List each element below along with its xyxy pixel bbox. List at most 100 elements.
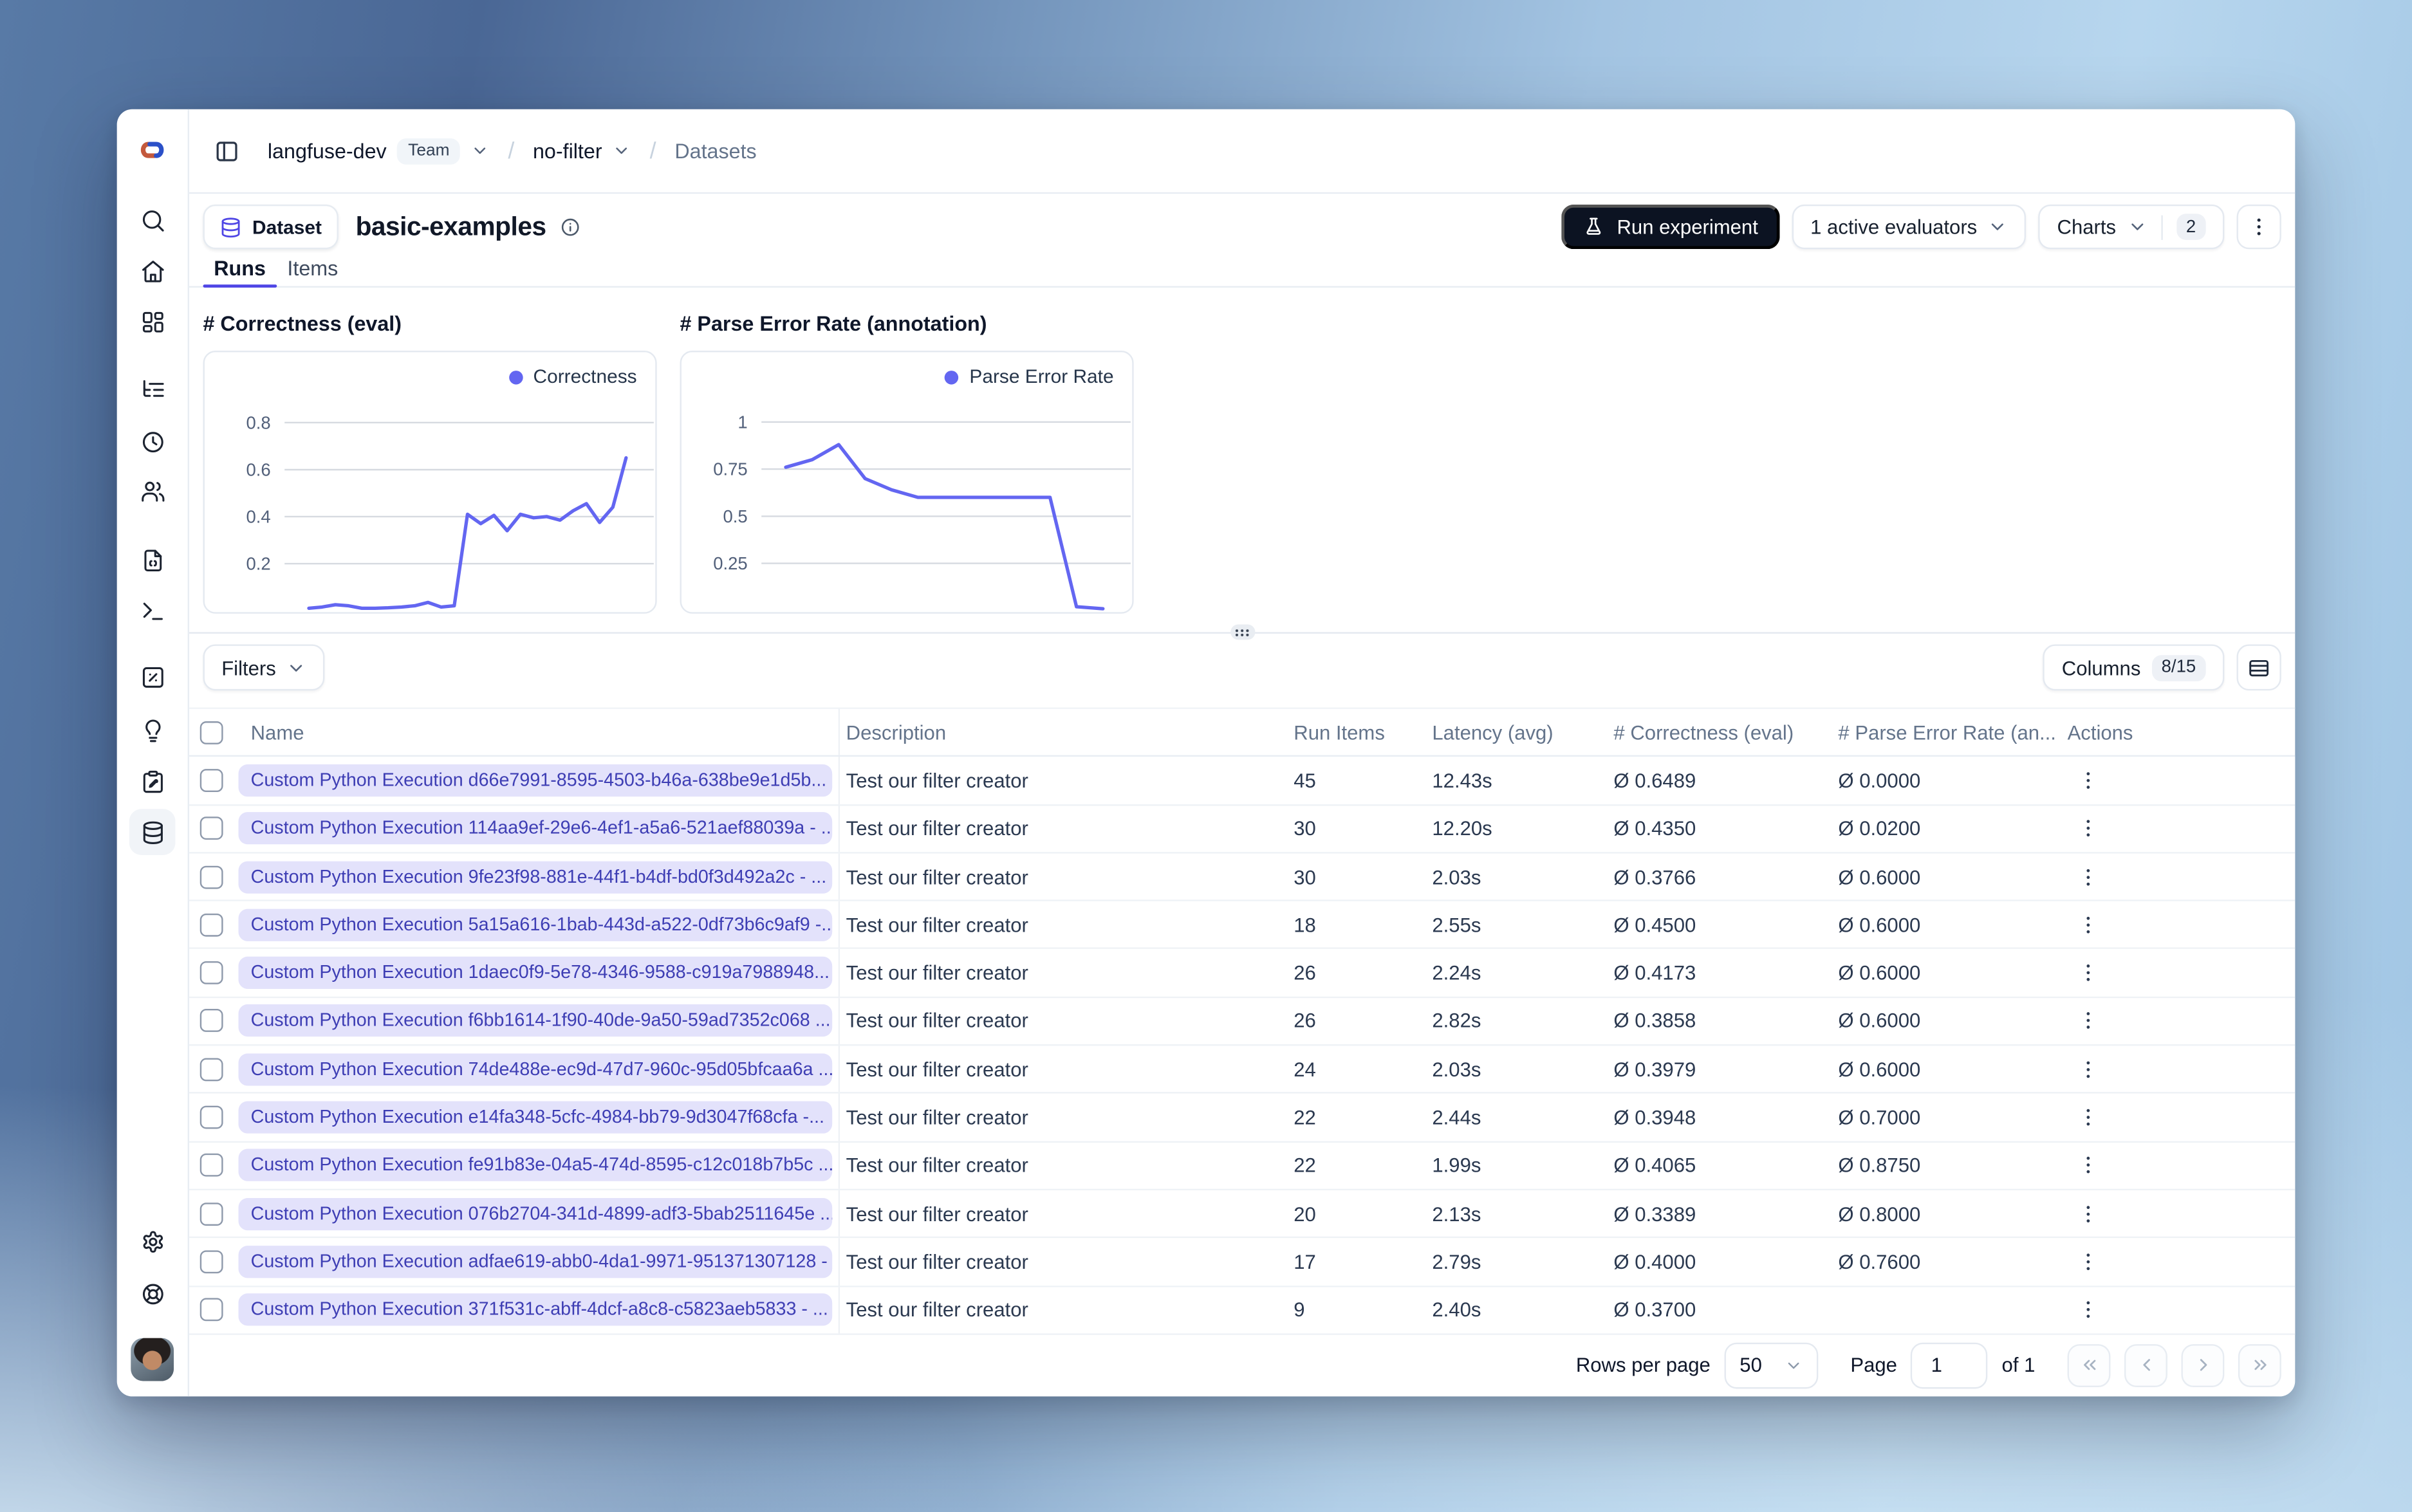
row-checkbox[interactable] bbox=[189, 1094, 236, 1140]
row-checkbox[interactable] bbox=[189, 1142, 236, 1188]
row-actions-kebab[interactable] bbox=[2075, 956, 2100, 990]
table-row[interactable]: Custom Python Execution 371f531c-abff-4d… bbox=[189, 1286, 2296, 1335]
row-actions-kebab[interactable] bbox=[2075, 1100, 2100, 1134]
sidebar-item-dashboards[interactable] bbox=[129, 299, 176, 345]
table-row[interactable]: Custom Python Execution d66e7991-8595-45… bbox=[189, 757, 2296, 806]
rows-per-page-select[interactable]: 50 bbox=[1724, 1342, 1819, 1389]
svg-text:0.2: 0.2 bbox=[246, 554, 271, 574]
row-checkbox[interactable] bbox=[189, 1046, 236, 1093]
table-row[interactable]: Custom Python Execution 5a15a616-1bab-44… bbox=[189, 901, 2296, 950]
run-items-value: 22 bbox=[1294, 1154, 1316, 1177]
prev-page-button[interactable] bbox=[2124, 1343, 2167, 1387]
row-actions-kebab[interactable] bbox=[2075, 764, 2100, 798]
sidebar-item-sessions[interactable] bbox=[129, 418, 176, 465]
table-row[interactable]: Custom Python Execution f6bb1614-1f90-40… bbox=[189, 997, 2296, 1046]
row-actions-kebab[interactable] bbox=[2075, 1293, 2100, 1327]
row-checkbox[interactable] bbox=[189, 757, 236, 804]
next-page-button[interactable] bbox=[2181, 1343, 2225, 1387]
latency-value: 2.03s bbox=[1432, 1057, 1481, 1081]
charts-dropdown[interactable]: Charts 2 bbox=[2038, 204, 2225, 250]
run-name-link[interactable]: Custom Python Execution e14fa348-5cfc-49… bbox=[238, 1101, 833, 1134]
row-actions-kebab[interactable] bbox=[2075, 1197, 2100, 1231]
sidebar-item-prompts[interactable] bbox=[129, 537, 176, 583]
more-actions-kebab[interactable] bbox=[2236, 204, 2281, 250]
sidebar-item-insights[interactable] bbox=[129, 708, 176, 754]
select-all-checkbox[interactable] bbox=[189, 710, 236, 756]
sidebar-toggle-icon[interactable] bbox=[206, 131, 246, 171]
run-name-link[interactable]: Custom Python Execution 9fe23f98-881e-44… bbox=[238, 860, 833, 893]
run-name-link[interactable]: Custom Python Execution d66e7991-8595-45… bbox=[238, 764, 833, 797]
run-name-link[interactable]: Custom Python Execution 1daec0f9-5e78-43… bbox=[238, 956, 833, 990]
column-header-run-items[interactable]: Run Items bbox=[1281, 710, 1420, 756]
row-actions-kebab[interactable] bbox=[2075, 860, 2100, 894]
row-checkbox[interactable] bbox=[189, 1190, 236, 1237]
active-evaluators-dropdown[interactable]: 1 active evaluators bbox=[1792, 204, 2027, 250]
row-checkbox[interactable] bbox=[189, 805, 236, 851]
filters-button[interactable]: Filters bbox=[203, 645, 326, 691]
run-name-link[interactable]: Custom Python Execution 371f531c-abff-4d… bbox=[238, 1293, 833, 1326]
run-name-link[interactable]: Custom Python Execution 74de488e-ec9d-47… bbox=[238, 1053, 833, 1085]
column-header-description[interactable]: Description bbox=[840, 710, 1281, 756]
kebab-icon bbox=[2086, 1205, 2090, 1222]
row-actions-kebab[interactable] bbox=[2075, 1245, 2100, 1279]
row-checkbox[interactable] bbox=[189, 1239, 236, 1285]
user-avatar[interactable] bbox=[131, 1338, 174, 1381]
table-row[interactable]: Custom Python Execution adfae619-abb0-4d… bbox=[189, 1238, 2296, 1287]
sidebar-item-evaluation[interactable] bbox=[129, 654, 176, 700]
last-page-button[interactable] bbox=[2238, 1343, 2281, 1387]
sidebar-item-settings[interactable] bbox=[129, 1218, 176, 1264]
sidebar-item-tracing[interactable] bbox=[129, 366, 176, 412]
run-name-link[interactable]: Custom Python Execution f6bb1614-1f90-40… bbox=[238, 1004, 833, 1037]
run-name-link[interactable]: Custom Python Execution fe91b83e-04a5-47… bbox=[238, 1149, 833, 1182]
table-row[interactable]: Custom Python Execution 114aa9ef-29e6-4e… bbox=[189, 805, 2296, 854]
row-checkbox[interactable] bbox=[189, 853, 236, 899]
run-description: Test our filter creator bbox=[846, 1105, 1028, 1129]
sidebar-item-playground[interactable] bbox=[129, 587, 176, 634]
resize-grip-handle[interactable] bbox=[1230, 625, 1255, 641]
chevron-down-icon bbox=[2127, 217, 2147, 237]
table-row[interactable]: Custom Python Execution 1daec0f9-5e78-43… bbox=[189, 949, 2296, 998]
sidebar-item-users[interactable] bbox=[129, 468, 176, 514]
row-actions-kebab[interactable] bbox=[2075, 1148, 2100, 1183]
run-name-link[interactable]: Custom Python Execution 5a15a616-1bab-44… bbox=[238, 908, 833, 941]
row-density-button[interactable] bbox=[2236, 645, 2281, 691]
sidebar-item-datasets[interactable] bbox=[129, 809, 176, 856]
row-actions-kebab[interactable] bbox=[2075, 1004, 2100, 1038]
table-row[interactable]: Custom Python Execution 076b2704-341d-48… bbox=[189, 1190, 2296, 1239]
breadcrumb-project[interactable]: langfuse-dev Team bbox=[268, 137, 490, 164]
row-checkbox[interactable] bbox=[189, 901, 236, 948]
row-actions-kebab[interactable] bbox=[2075, 811, 2100, 845]
users-icon bbox=[139, 477, 165, 504]
tab-items[interactable]: Items bbox=[277, 249, 349, 286]
breadcrumb-environment[interactable]: no-filter bbox=[533, 139, 631, 162]
columns-button[interactable]: Columns 8/15 bbox=[2043, 645, 2225, 691]
column-header-correctness[interactable]: # Correctness (eval) bbox=[1601, 710, 1826, 756]
page-number-input[interactable] bbox=[1911, 1342, 1989, 1389]
column-header-parse-error-rate[interactable]: # Parse Error Rate (an... bbox=[1826, 710, 2055, 756]
column-header-name[interactable]: Name bbox=[236, 709, 840, 756]
row-actions-kebab[interactable] bbox=[2075, 908, 2100, 942]
sidebar-item-annotation[interactable] bbox=[129, 758, 176, 804]
rows-icon bbox=[2249, 659, 2269, 676]
column-header-latency[interactable]: Latency (avg) bbox=[1420, 710, 1601, 756]
run-name-link[interactable]: Custom Python Execution 114aa9ef-29e6-4e… bbox=[238, 812, 833, 845]
table-row[interactable]: Custom Python Execution 9fe23f98-881e-44… bbox=[189, 853, 2296, 902]
table-row[interactable]: Custom Python Execution 74de488e-ec9d-47… bbox=[189, 1046, 2296, 1094]
sidebar-item-support[interactable] bbox=[129, 1270, 176, 1316]
run-name-link[interactable]: Custom Python Execution adfae619-abb0-4d… bbox=[238, 1245, 833, 1278]
chart-card: 0.2 0.4 0.6 0.8 Correctness bbox=[203, 351, 657, 614]
row-checkbox[interactable] bbox=[189, 998, 236, 1044]
sidebar-item-home[interactable] bbox=[129, 248, 176, 294]
row-checkbox[interactable] bbox=[189, 1287, 236, 1333]
row-checkbox[interactable] bbox=[189, 950, 236, 996]
run-name-link[interactable]: Custom Python Execution 076b2704-341d-48… bbox=[238, 1197, 833, 1230]
info-icon[interactable] bbox=[560, 216, 580, 237]
breadcrumb-page[interactable]: Datasets bbox=[674, 139, 756, 162]
table-row[interactable]: Custom Python Execution e14fa348-5cfc-49… bbox=[189, 1094, 2296, 1143]
first-page-button[interactable] bbox=[2067, 1343, 2111, 1387]
table-row[interactable]: Custom Python Execution fe91b83e-04a5-47… bbox=[189, 1142, 2296, 1190]
row-actions-kebab[interactable] bbox=[2075, 1052, 2100, 1086]
sidebar-item-search[interactable] bbox=[129, 197, 176, 243]
tab-runs[interactable]: Runs bbox=[203, 249, 277, 289]
run-experiment-button[interactable]: Run experiment bbox=[1561, 204, 1780, 250]
